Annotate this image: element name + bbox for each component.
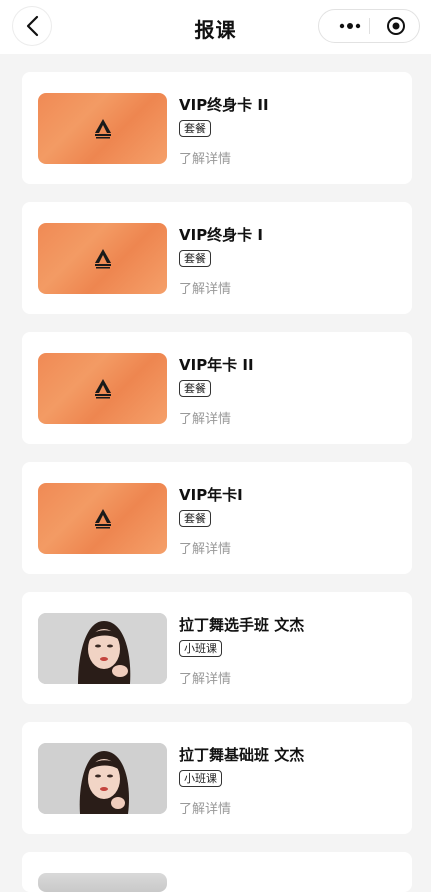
top-nav-bar: 报课 [0,0,431,54]
course-card[interactable]: VIP年卡 II 套餐 了解详情 [22,332,412,444]
learn-more-link[interactable]: 了解详情 [179,668,231,687]
course-title: 拉丁舞选手班 文杰 [179,616,305,634]
course-title: VIP终身卡 II [179,96,269,114]
learn-more-link[interactable]: 了解详情 [179,278,231,297]
brand-logo-icon [94,508,111,528]
course-type-badge: 小班课 [179,640,222,657]
course-type-badge: 套餐 [179,510,211,527]
course-card-partial[interactable] [22,852,412,892]
course-card[interactable]: VIP年卡I 套餐 了解详情 [22,462,412,574]
course-type-badge: 套餐 [179,250,211,267]
learn-more-link[interactable]: 了解详情 [179,408,231,427]
course-title: VIP年卡 II [179,356,254,374]
portrait-image [38,743,167,814]
course-card[interactable]: 拉丁舞基础班 文杰 小班课 了解详情 [22,722,412,834]
course-type-badge: 套餐 [179,120,211,137]
instructor-photo [38,873,167,892]
brand-logo-icon [94,378,111,398]
course-type-badge: 小班课 [179,770,222,787]
course-thumbnail [38,93,167,164]
course-thumbnail [38,483,167,554]
learn-more-link[interactable]: 了解详情 [179,798,231,817]
course-card[interactable]: VIP终身卡 I 套餐 了解详情 [22,202,412,314]
course-type-badge: 套餐 [179,380,211,397]
miniprogram-capsule [318,9,420,43]
capsule-divider [369,18,370,34]
learn-more-link[interactable]: 了解详情 [179,538,231,557]
course-title: VIP终身卡 I [179,226,263,244]
close-miniprogram-button[interactable] [379,10,413,42]
learn-more-link[interactable]: 了解详情 [179,148,231,167]
more-dots-icon [339,23,361,29]
course-title: 拉丁舞基础班 文杰 [179,746,305,764]
course-thumbnail [38,353,167,424]
course-card[interactable]: VIP终身卡 II 套餐 了解详情 [22,72,412,184]
target-circle-icon [387,17,405,35]
course-card[interactable]: 拉丁舞选手班 文杰 小班课 了解详情 [22,592,412,704]
instructor-photo [38,613,167,684]
instructor-photo [38,743,167,814]
course-thumbnail [38,223,167,294]
portrait-image [38,613,167,684]
course-title: VIP年卡I [179,486,243,504]
more-button[interactable] [331,10,369,42]
brand-logo-icon [94,248,111,268]
brand-logo-icon [94,118,111,138]
